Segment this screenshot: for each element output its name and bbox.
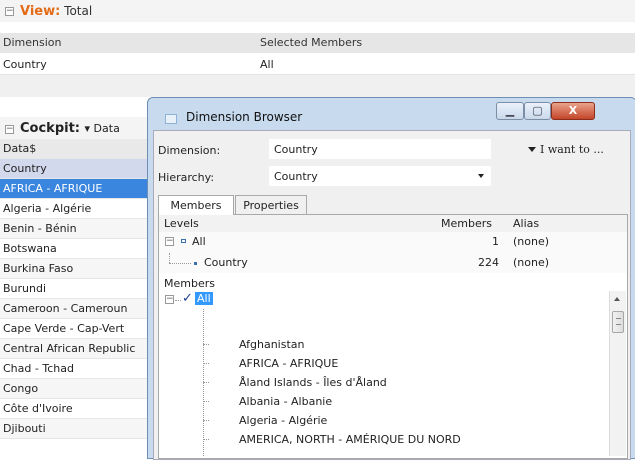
grip-icon: [616, 318, 621, 325]
list-item[interactable]: Algeria - Algérie: [0, 199, 160, 219]
levels-col-members: Members: [441, 217, 492, 230]
list-item[interactable]: Country: [0, 159, 160, 179]
cockpit-data-dropdown[interactable]: ▾ Data: [85, 122, 120, 135]
tree-connector: [175, 300, 181, 301]
cockpit-title: Cockpit: ▾ Data: [20, 121, 120, 136]
list-item[interactable]: Djibouti: [0, 419, 160, 439]
view-title: View: Total: [20, 4, 93, 19]
level-name: All: [192, 235, 206, 248]
row-selected: All: [260, 58, 274, 71]
cockpit-list: Data$ Country AFRICA - AFRIQUE Algeria -…: [0, 139, 160, 439]
scroll-up-icon[interactable]: [614, 297, 620, 301]
tree-connector: [203, 401, 209, 402]
tab-members[interactable]: Members: [158, 195, 234, 215]
tree-connector: [203, 439, 209, 440]
tree-connector: [203, 382, 209, 383]
tree-connector: [169, 253, 170, 263]
level-name: Country: [204, 256, 248, 269]
level-members: 1: [492, 235, 499, 248]
members-scrollbar[interactable]: [609, 291, 626, 456]
tree-connector: [203, 420, 209, 421]
level-node-icon: [194, 262, 197, 265]
tree-root-all[interactable]: All: [195, 292, 213, 305]
hierarchy-label: Hierarchy:: [158, 171, 215, 184]
member-item[interactable]: Algeria - Algérie: [239, 414, 327, 427]
view-collapse-icon[interactable]: −: [5, 7, 14, 16]
tab-properties[interactable]: Properties: [235, 195, 307, 215]
list-item[interactable]: Data$: [0, 139, 160, 159]
dimension-value: Country: [274, 143, 318, 156]
cockpit-collapse-icon[interactable]: −: [5, 125, 14, 134]
collapse-icon[interactable]: −: [165, 295, 174, 304]
level-row-all[interactable]: − All 1 (none): [159, 232, 627, 253]
dropdown-arrow-icon: [528, 147, 536, 152]
hierarchy-select[interactable]: Country: [269, 166, 491, 186]
levels-col-levels: Levels: [164, 217, 199, 230]
member-item[interactable]: Afghanistan: [239, 338, 304, 351]
list-item[interactable]: Cape Verde - Cap-Vert: [0, 319, 160, 339]
list-item[interactable]: Congo: [0, 379, 160, 399]
list-item[interactable]: Chad - Tchad: [0, 359, 160, 379]
tree-connector: [203, 344, 209, 345]
list-item-selected[interactable]: AFRICA - AFRIQUE: [0, 179, 160, 199]
dialog-title: Dimension Browser: [186, 110, 303, 124]
members-section-title: Members: [164, 277, 215, 290]
view-header: − View: Total: [0, 0, 635, 22]
member-item[interactable]: AMERICA, NORTH - AMÉRIQUE DU NORD: [239, 433, 461, 446]
member-item[interactable]: AFRICA - AFRIQUE: [239, 357, 338, 370]
hierarchy-value: Country: [274, 170, 318, 183]
column-dimension: Dimension: [3, 36, 62, 49]
level-alias: (none): [513, 256, 550, 269]
list-item[interactable]: Burundi: [0, 279, 160, 299]
member-item[interactable]: Albania - Albanie: [239, 395, 332, 408]
chevron-down-icon: [478, 174, 484, 178]
column-selected-members: Selected Members: [260, 36, 363, 49]
level-row-country[interactable]: Country 224 (none): [159, 253, 627, 273]
levels-col-alias: Alias: [513, 217, 540, 230]
levels-header: Levels Members Alias: [159, 215, 627, 232]
list-item[interactable]: Cameroon - Cameroun: [0, 299, 160, 319]
dialog-client-area: Dimension: Country I want to ... Hierarc…: [153, 130, 631, 460]
level-alias: (none): [513, 235, 550, 248]
row-dimension: Country: [3, 58, 47, 71]
scrollbar-thumb[interactable]: [612, 311, 624, 333]
tree-connector: [169, 263, 191, 264]
tree-connector: [203, 363, 209, 364]
collapse-icon[interactable]: −: [165, 237, 174, 246]
dimension-browser-dialog: Dimension Browser ▁ ▢ X Dimension: Count…: [147, 97, 635, 460]
list-item[interactable]: Benin - Bénin: [0, 219, 160, 239]
list-item[interactable]: Central African Republic: [0, 339, 160, 359]
dimension-field[interactable]: Country: [269, 139, 491, 159]
list-item[interactable]: Botswana: [0, 239, 160, 259]
dimension-label: Dimension:: [158, 144, 221, 157]
member-item[interactable]: Åland Islands - Îles d'Åland: [239, 376, 387, 389]
view-footer-band: [0, 75, 635, 97]
level-members: 224: [478, 256, 499, 269]
minimize-button[interactable]: ▁: [496, 102, 524, 120]
close-button[interactable]: X: [551, 102, 595, 120]
view-row-country[interactable]: Country All: [0, 54, 635, 75]
dialog-app-icon: [165, 114, 177, 124]
cockpit-header: − Cockpit: ▾ Data: [0, 117, 160, 139]
i-want-to-label: I want to ...: [540, 143, 604, 156]
maximize-button[interactable]: ▢: [524, 102, 551, 120]
level-node-icon: [181, 239, 186, 243]
members-tree: − ✓ All Afghanistan AFRICA - AFRIQUE Åla…: [163, 291, 615, 456]
view-column-header: Dimension Selected Members: [0, 33, 635, 53]
check-icon[interactable]: ✓: [182, 291, 193, 306]
list-item[interactable]: Burkina Faso: [0, 259, 160, 279]
members-tab-panel: Levels Members Alias − All 1 (none) Coun…: [158, 214, 628, 459]
list-item[interactable]: Côte d'Ivoire: [0, 399, 160, 419]
